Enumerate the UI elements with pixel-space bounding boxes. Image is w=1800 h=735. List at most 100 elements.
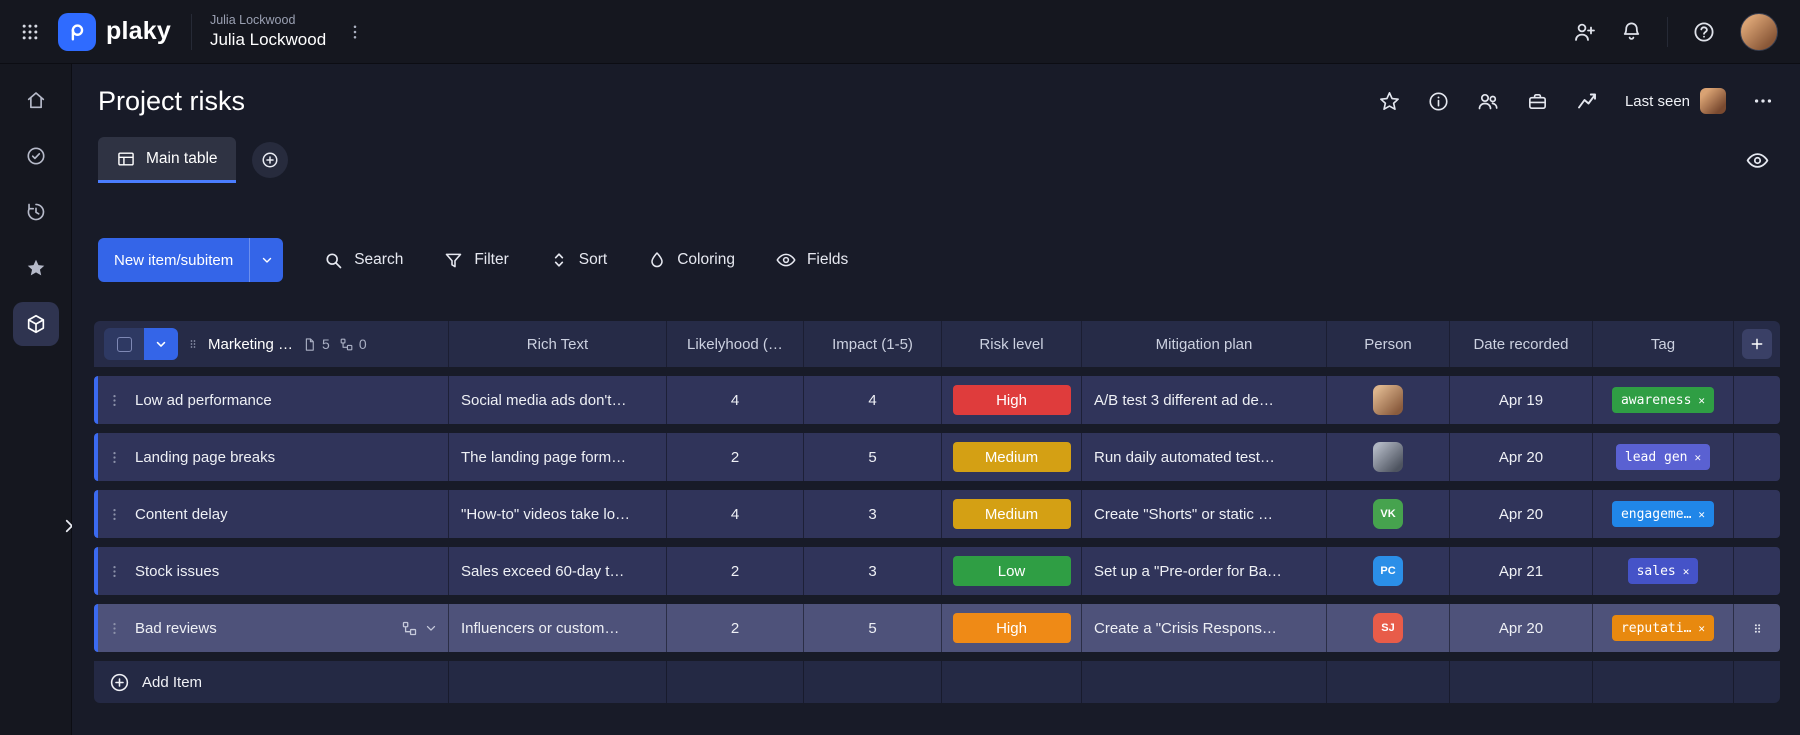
cell-person[interactable]: PC [1326, 547, 1449, 595]
board-menu-icon[interactable] [1752, 90, 1774, 112]
cell-date[interactable]: Apr 20 [1449, 604, 1592, 652]
add-view-button[interactable] [251, 142, 288, 178]
cell-date[interactable]: Apr 19 [1449, 376, 1592, 424]
cell-mitigation[interactable]: Set up a "Pre-order for Ba… [1081, 547, 1326, 595]
tag-remove-icon[interactable]: ✕ [1698, 394, 1705, 407]
table-row[interactable]: Stock issues Sales exceed 60-day t… 2 3 … [94, 547, 1780, 595]
cell-rich-text[interactable]: Social media ads don't… [448, 376, 666, 424]
workspace-switcher[interactable]: Julia Lockwood Julia Lockwood [210, 13, 326, 50]
apps-grid-icon[interactable] [20, 22, 40, 42]
column-header-mitigation[interactable]: Mitigation plan [1081, 321, 1326, 367]
cell-item-name[interactable]: Stock issues [94, 547, 448, 595]
cell-risk-level[interactable]: High [941, 604, 1081, 652]
column-header-likelihood[interactable]: Likelyhood (… [666, 321, 803, 367]
tag-remove-icon[interactable]: ✕ [1695, 451, 1702, 464]
group-drag-handle-icon[interactable] [187, 336, 199, 352]
tag-pill[interactable]: sales ✕ [1627, 558, 1699, 584]
tag-remove-icon[interactable]: ✕ [1683, 565, 1690, 578]
row-menu-icon[interactable] [107, 621, 122, 636]
help-icon[interactable] [1692, 20, 1716, 44]
chevron-down-icon[interactable] [424, 621, 438, 635]
tag-pill[interactable]: awareness ✕ [1611, 387, 1715, 413]
row-menu-icon[interactable] [107, 507, 122, 522]
group-collapse-icon[interactable] [144, 328, 178, 360]
cell-impact[interactable]: 4 [803, 376, 941, 424]
sidebar-item-favorites[interactable] [13, 246, 59, 290]
tag-pill[interactable]: engageme… ✕ [1611, 501, 1715, 527]
person-avatar[interactable] [1373, 385, 1403, 415]
table-row[interactable]: Bad reviews Influencers or custom… 2 5 H… [94, 604, 1780, 652]
row-menu-icon[interactable] [107, 564, 122, 579]
cell-mitigation[interactable]: A/B test 3 different ad de… [1081, 376, 1326, 424]
filter-button[interactable]: Filter [443, 250, 509, 271]
cell-date[interactable]: Apr 21 [1449, 547, 1592, 595]
row-menu-icon[interactable] [107, 393, 122, 408]
view-visibility-eye-icon[interactable] [1745, 148, 1770, 173]
subitems-toggle-icon[interactable] [401, 620, 418, 637]
workspace-menu-icon[interactable] [346, 23, 364, 41]
sidebar-item-recent[interactable] [13, 190, 59, 234]
cell-person[interactable]: VK [1326, 490, 1449, 538]
status-badge[interactable]: Low [952, 556, 1071, 586]
cell-tag[interactable]: sales ✕ [1592, 547, 1733, 595]
cell-mitigation[interactable]: Create "Shorts" or static … [1081, 490, 1326, 538]
cell-date[interactable]: Apr 20 [1449, 490, 1592, 538]
cell-item-name[interactable]: Content delay [94, 490, 448, 538]
cell-likelihood[interactable]: 2 [666, 547, 803, 595]
status-badge[interactable]: High [952, 613, 1071, 643]
cell-impact[interactable]: 3 [803, 547, 941, 595]
group-name[interactable]: Marketing … [208, 336, 293, 353]
cell-tag[interactable]: awareness ✕ [1592, 376, 1733, 424]
guests-briefcase-icon[interactable] [1526, 90, 1549, 113]
row-menu-icon[interactable] [107, 450, 122, 465]
table-row[interactable]: Landing page breaks The landing page for… [94, 433, 1780, 481]
cell-person[interactable]: SJ [1326, 604, 1449, 652]
cell-impact[interactable]: 5 [803, 604, 941, 652]
new-item-button[interactable]: New item/subitem [98, 238, 284, 282]
column-header-risk-level[interactable]: Risk level [941, 321, 1081, 367]
column-header-rich-text[interactable]: Rich Text [448, 321, 666, 367]
tag-pill[interactable]: lead gen ✕ [1615, 444, 1711, 470]
last-seen[interactable]: Last seen [1625, 88, 1726, 114]
column-header-impact[interactable]: Impact (1-5) [803, 321, 941, 367]
cell-impact[interactable]: 5 [803, 433, 941, 481]
row-drag-handle-icon[interactable] [1751, 620, 1764, 637]
cell-impact[interactable]: 3 [803, 490, 941, 538]
table-row[interactable]: Content delay "How-to" videos take lo… 4… [94, 490, 1780, 538]
person-avatar[interactable]: VK [1373, 499, 1403, 529]
select-all-checkbox[interactable] [104, 328, 144, 360]
person-avatar[interactable] [1373, 442, 1403, 472]
sidebar-item-tasks[interactable] [13, 134, 59, 178]
user-avatar[interactable] [1740, 12, 1778, 51]
cell-likelihood[interactable]: 2 [666, 433, 803, 481]
board-info-icon[interactable] [1427, 90, 1450, 113]
cell-tag[interactable]: reputati… ✕ [1592, 604, 1733, 652]
status-badge[interactable]: High [952, 385, 1071, 415]
column-header-tag[interactable]: Tag [1592, 321, 1733, 367]
cell-likelihood[interactable]: 2 [666, 604, 803, 652]
cell-likelihood[interactable]: 4 [666, 376, 803, 424]
cell-risk-level[interactable]: Medium [941, 490, 1081, 538]
tag-remove-icon[interactable]: ✕ [1698, 508, 1705, 521]
column-header-person[interactable]: Person [1326, 321, 1449, 367]
cell-item-name[interactable]: Low ad performance [94, 376, 448, 424]
cell-mitigation[interactable]: Run daily automated test… [1081, 433, 1326, 481]
add-item-button[interactable]: Add Item [94, 661, 448, 703]
sidebar-item-boards[interactable] [12, 302, 59, 346]
notifications-bell-icon[interactable] [1620, 20, 1643, 43]
invite-user-icon[interactable] [1572, 20, 1596, 44]
column-header-date[interactable]: Date recorded [1449, 321, 1592, 367]
cell-rich-text[interactable]: "How-to" videos take lo… [448, 490, 666, 538]
cell-risk-level[interactable]: Low [941, 547, 1081, 595]
cell-item-name[interactable]: Landing page breaks [94, 433, 448, 481]
fields-button[interactable]: Fields [775, 249, 848, 271]
cell-rich-text[interactable]: Influencers or custom… [448, 604, 666, 652]
cell-date[interactable]: Apr 20 [1449, 433, 1592, 481]
cell-likelihood[interactable]: 4 [666, 490, 803, 538]
status-badge[interactable]: Medium [952, 442, 1071, 472]
sort-button[interactable]: Sort [549, 250, 607, 270]
board-members-icon[interactable] [1476, 89, 1500, 113]
cell-tag[interactable]: lead gen ✕ [1592, 433, 1733, 481]
cell-person[interactable] [1326, 433, 1449, 481]
cell-risk-level[interactable]: Medium [941, 433, 1081, 481]
